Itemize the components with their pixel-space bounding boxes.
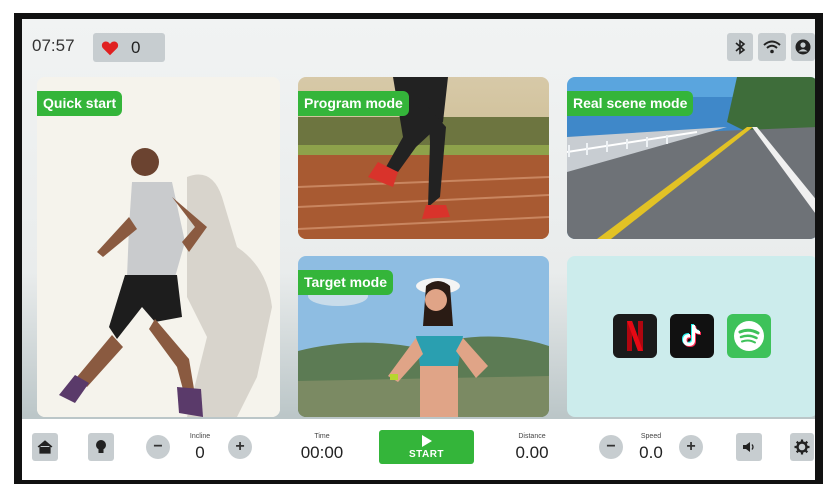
incline-increase-button[interactable]: + [228, 435, 252, 459]
incline-metric: Incline 0 [172, 433, 228, 463]
mode-label-target: Target mode [298, 270, 393, 295]
mode-label-real-scene: Real scene mode [567, 91, 694, 116]
clock: 07:57 [32, 36, 75, 55]
treadmill-screen: 07:57 0 Quick start Program mode Real sc… [22, 19, 815, 480]
quick-start-card[interactable]: Quick start [37, 77, 280, 417]
runner-image [37, 77, 280, 417]
lightbulb-icon [96, 440, 106, 453]
incline-label: Incline [189, 433, 211, 440]
home-icon [37, 440, 53, 454]
heart-icon [101, 40, 119, 55]
distance-value: 0.00 [515, 443, 549, 462]
tiktok-app[interactable] [670, 314, 714, 358]
program-mode-card[interactable]: Program mode [298, 77, 549, 239]
speed-metric: Speed 0.0 [624, 433, 678, 463]
incline-decrease-button[interactable]: − [146, 435, 170, 459]
bluetooth-icon [735, 39, 746, 55]
time-label: Time [314, 433, 330, 440]
volume-button[interactable] [736, 433, 762, 461]
target-mode-card[interactable]: Target mode [298, 256, 549, 417]
incline-value: 0 [195, 443, 205, 462]
apps-card [567, 256, 815, 417]
spotify-app[interactable] [727, 314, 771, 358]
heart-rate-badge: 0 [93, 33, 165, 62]
wifi-icon [763, 40, 781, 54]
status-bar: 07:57 0 [22, 19, 815, 69]
distance-metric: Distance 0.00 [500, 433, 564, 463]
profile-button[interactable] [791, 33, 815, 61]
start-button[interactable]: START [379, 430, 474, 464]
gear-icon [794, 439, 810, 455]
start-label: START [408, 448, 445, 460]
netflix-app[interactable] [613, 314, 657, 358]
settings-button[interactable] [790, 433, 814, 461]
tiktok-icon [682, 324, 701, 347]
speed-increase-button[interactable]: + [679, 435, 703, 459]
bluetooth-button[interactable] [727, 33, 753, 61]
netflix-icon [627, 321, 643, 351]
real-scene-mode-card[interactable]: Real scene mode [567, 77, 815, 239]
spotify-icon [734, 321, 764, 351]
time-metric: Time 00:00 [292, 433, 352, 463]
speed-decrease-button[interactable]: − [599, 435, 623, 459]
speaker-icon [743, 442, 754, 452]
control-bar: − Incline 0 + Time 00:00 START Distance … [22, 419, 815, 480]
mode-label-quick-start: Quick start [37, 91, 123, 116]
home-button[interactable] [32, 433, 58, 461]
mode-label-program: Program mode [298, 91, 409, 116]
time-value: 00:00 [300, 443, 344, 462]
speed-value: 0.0 [639, 443, 663, 462]
user-icon [795, 39, 811, 55]
speed-label: Speed [640, 433, 662, 440]
heart-rate-value: 0 [131, 37, 141, 57]
play-icon [421, 434, 432, 447]
wifi-button[interactable] [758, 33, 786, 61]
distance-label: Distance [518, 433, 546, 440]
light-button[interactable] [88, 433, 114, 461]
